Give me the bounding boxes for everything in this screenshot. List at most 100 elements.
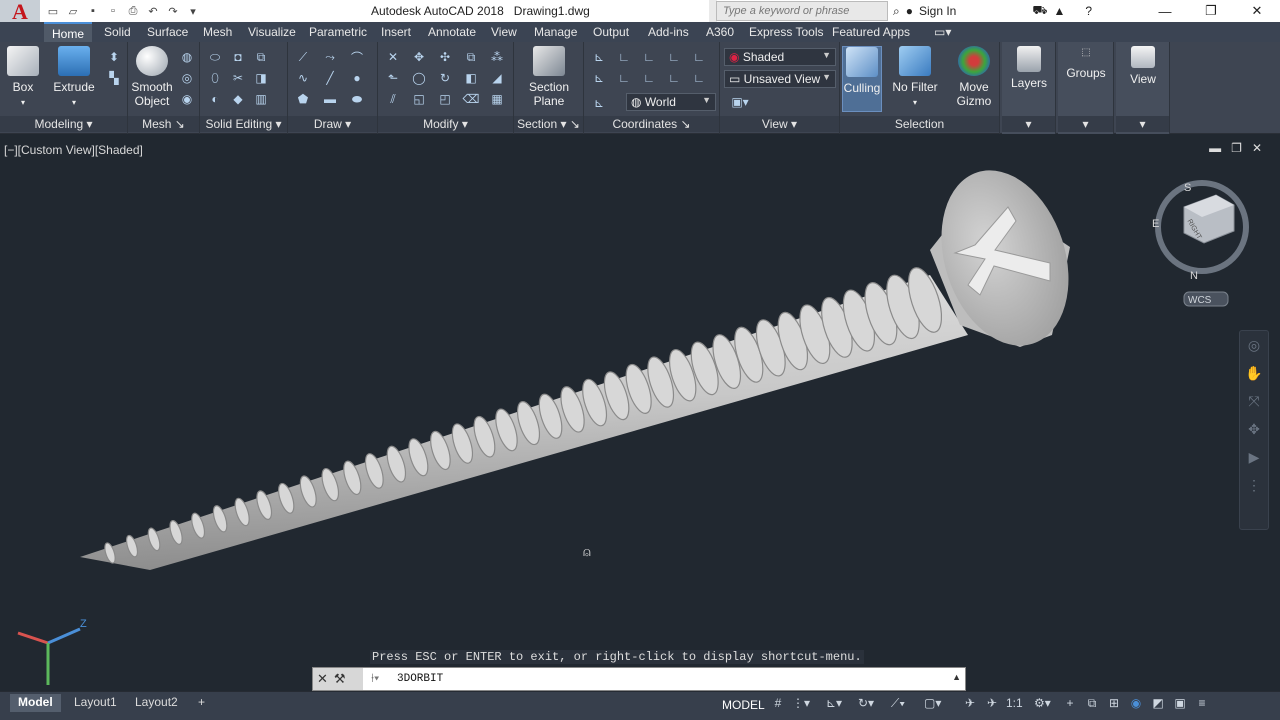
customization-icon[interactable]: ≡: [1194, 696, 1210, 711]
tab-layout2[interactable]: Layout2: [127, 694, 186, 712]
ribbon-toggle-icon[interactable]: ▭▾: [934, 25, 951, 39]
cart-icon[interactable]: ⛟: [1032, 3, 1047, 19]
polyline-icon[interactable]: ⤳: [321, 48, 339, 66]
recent-commands-icon[interactable]: ⍿▾: [371, 671, 379, 686]
exchange-icon[interactable]: ▲: [1053, 4, 1065, 18]
refine-mesh-icon[interactable]: ◉: [178, 90, 196, 108]
new-file-icon[interactable]: ▭: [44, 3, 62, 19]
arc-icon[interactable]: ⌒: [348, 48, 366, 66]
units-icon[interactable]: ⧉: [1084, 696, 1100, 711]
interfere-icon[interactable]: ◐: [206, 90, 224, 108]
box-button[interactable]: Box ▾: [6, 46, 40, 110]
search-input[interactable]: Type a keyword or phrase: [716, 1, 888, 21]
view-expand[interactable]: ▾: [1116, 116, 1169, 132]
orbit-icon[interactable]: ✥: [1240, 415, 1268, 443]
intersect-icon[interactable]: ⬯: [206, 69, 224, 87]
presspull-icon[interactable]: ⬍: [105, 48, 123, 66]
thicken-icon[interactable]: ◆: [229, 90, 247, 108]
tab-express-tools[interactable]: Express Tools: [749, 25, 823, 39]
command-history-toggle-icon[interactable]: ▲: [952, 672, 961, 682]
annotation-visibility-icon[interactable]: ✈: [962, 696, 978, 711]
ucs-previous-icon[interactable]: ∟: [640, 48, 658, 66]
ucs-face-icon[interactable]: ∟: [665, 48, 683, 66]
maximize-icon[interactable]: ❐: [1188, 0, 1234, 22]
annotation-monitor-icon[interactable]: +: [1062, 696, 1078, 711]
polar-icon[interactable]: ↻▾: [858, 696, 874, 711]
tab-manage[interactable]: Manage: [534, 25, 577, 39]
copy-icon[interactable]: ⧉: [462, 48, 480, 66]
rotate-icon[interactable]: ↻: [436, 69, 454, 87]
3d-move-icon[interactable]: ✥: [410, 48, 428, 66]
panel-title-draw[interactable]: Draw ▾: [288, 116, 377, 132]
union-icon[interactable]: ⬭: [206, 48, 224, 66]
command-line[interactable]: ✕ ⚒ ⍿▾ 3DORBIT ▲: [312, 667, 966, 691]
tab-addins[interactable]: Add-ins: [648, 25, 689, 39]
add-layout-icon[interactable]: +: [190, 694, 213, 712]
quick-properties-icon[interactable]: ⊞: [1106, 696, 1122, 711]
tab-featured-apps[interactable]: Featured Apps: [832, 25, 910, 39]
trim-icon[interactable]: ✕: [384, 48, 402, 66]
model-space-toggle[interactable]: MODEL: [722, 698, 765, 712]
tab-surface[interactable]: Surface: [147, 25, 188, 39]
hardware-accel-icon[interactable]: ◩: [1150, 696, 1166, 711]
panel-title-solid-editing[interactable]: Solid Editing ▾: [200, 116, 287, 132]
polysolid-icon[interactable]: ▚: [105, 69, 123, 87]
signin-link[interactable]: Sign In: [919, 4, 956, 18]
isolate-icon[interactable]: ◉: [1128, 696, 1144, 711]
coordinate-system-select[interactable]: ◍ World ▼: [626, 93, 716, 111]
tab-a360[interactable]: A360: [706, 25, 734, 39]
explode-icon[interactable]: ▦: [488, 90, 506, 108]
smooth-less-icon[interactable]: ◎: [178, 69, 196, 87]
tab-parametric[interactable]: Parametric: [309, 25, 367, 39]
mirror-icon[interactable]: ◧: [462, 69, 480, 87]
tab-output[interactable]: Output: [593, 25, 629, 39]
viewcube[interactable]: RIGHT S E N WCS: [1150, 175, 1260, 318]
help-icon[interactable]: ?: [1085, 4, 1092, 18]
polygon-icon[interactable]: ⬟: [294, 90, 312, 108]
save-icon[interactable]: ▪: [84, 3, 102, 19]
ellipse-icon[interactable]: ⬬: [348, 90, 366, 108]
culling-button[interactable]: Culling: [842, 46, 882, 112]
extract-edges-icon[interactable]: ⧉: [252, 48, 270, 66]
ucs-icon[interactable]: ⊾: [590, 48, 608, 66]
application-menu-button[interactable]: A: [0, 0, 40, 24]
3d-rotate-icon[interactable]: ◯: [410, 69, 428, 87]
undo-icon[interactable]: ↶: [144, 3, 162, 19]
osnap-icon[interactable]: ▢▾: [924, 696, 941, 711]
pan-hand-icon[interactable]: ✋: [1240, 359, 1268, 387]
snap-icon[interactable]: ⋮▾: [792, 696, 810, 711]
navbar-options-icon[interactable]: ⋮: [1240, 471, 1268, 499]
erase-icon[interactable]: ⌫: [462, 90, 480, 108]
view-button[interactable]: View: [1120, 46, 1166, 86]
tab-mesh[interactable]: Mesh: [203, 25, 232, 39]
qat-dropdown-icon[interactable]: ▾: [184, 3, 202, 19]
tab-view[interactable]: View: [491, 25, 517, 39]
groups-expand[interactable]: ▾: [1058, 116, 1113, 132]
spline-icon[interactable]: ∿: [294, 69, 312, 87]
slice-icon[interactable]: ✂: [229, 69, 247, 87]
move-icon[interactable]: ✣: [436, 48, 454, 66]
clean-screen-icon[interactable]: ▣: [1172, 696, 1188, 711]
isodraft-icon[interactable]: ⟋▾: [890, 696, 906, 711]
autoscale-icon[interactable]: ✈: [984, 696, 1000, 711]
ucs-origin-icon[interactable]: ∟: [615, 69, 633, 87]
showmotion-icon[interactable]: ▶: [1240, 443, 1268, 471]
move-gizmo-button[interactable]: Move Gizmo: [952, 46, 996, 108]
command-input[interactable]: 3DORBIT: [397, 673, 443, 685]
xline-icon[interactable]: ╱: [321, 69, 339, 87]
extend-icon[interactable]: ⬑: [384, 69, 402, 87]
workspace-gear-icon[interactable]: ⚙▾: [1034, 696, 1051, 711]
binoculars-icon[interactable]: ⌕: [893, 4, 900, 19]
ucs-view-icon[interactable]: ⊾: [590, 69, 608, 87]
extrude-faces-icon[interactable]: ◨: [252, 69, 270, 87]
groups-button[interactable]: ⬚ Groups: [1062, 46, 1110, 80]
fillet-icon[interactable]: ◢: [488, 69, 506, 87]
array-icon[interactable]: ⁂: [488, 48, 506, 66]
ucs-world-icon[interactable]: ∟: [615, 48, 633, 66]
scale-icon[interactable]: ◱: [410, 90, 428, 108]
visual-style-select[interactable]: ◉ Shaded ▼: [724, 48, 836, 66]
tab-visualize[interactable]: Visualize: [248, 25, 296, 39]
extrude-button[interactable]: Extrude ▾: [52, 46, 96, 110]
layers-expand[interactable]: ▾: [1002, 116, 1055, 132]
panel-title-view[interactable]: View ▾: [720, 116, 839, 132]
